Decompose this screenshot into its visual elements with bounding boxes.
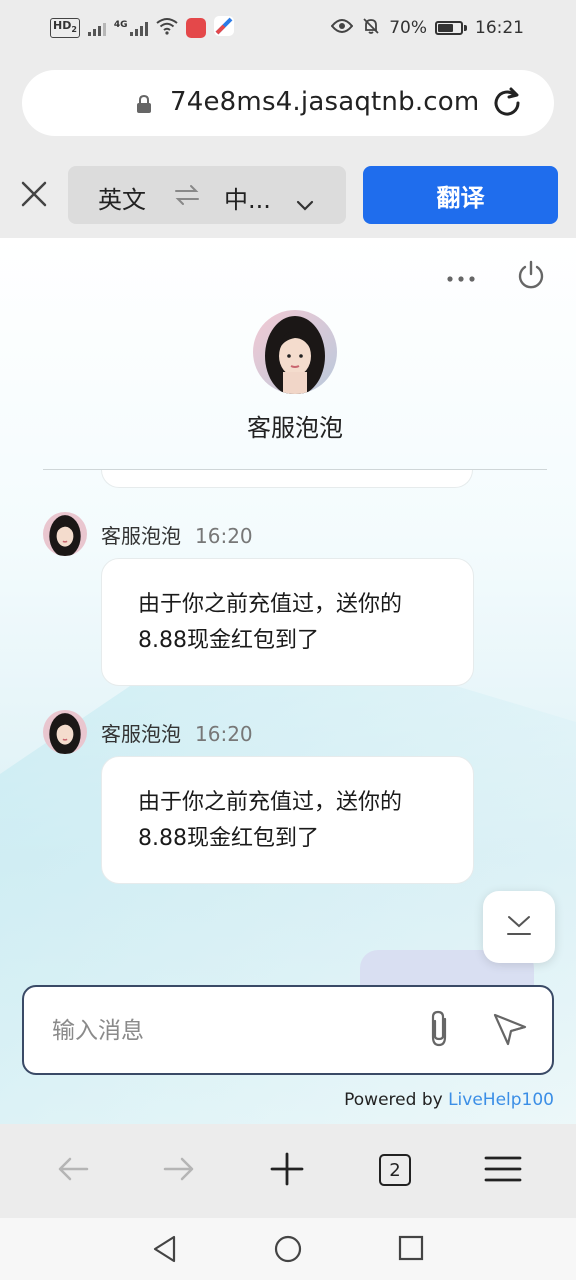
more-icon[interactable] <box>446 268 476 287</box>
nav-home-icon[interactable] <box>273 1234 303 1268</box>
message-bubble: 由于你之前充值过，送你的 8.88现金红包到了 <box>101 756 474 884</box>
lock-icon <box>136 94 152 117</box>
status-bar: HD2 4G 70% 16:21 <box>0 0 576 56</box>
close-icon[interactable] <box>20 180 48 212</box>
url-text[interactable]: 74e8ms4.jasaqtnb.com <box>170 87 479 117</box>
message-input[interactable] <box>52 1011 392 1051</box>
sender-avatar <box>43 710 87 754</box>
translate-bar: 英文 中... 翻译 <box>0 150 576 238</box>
powered-by: Powered by LiveHelp100 <box>344 1090 554 1110</box>
tabs-icon[interactable]: 2 <box>379 1154 411 1186</box>
attach-icon[interactable] <box>424 1009 454 1053</box>
chevron-down-icon[interactable] <box>296 190 314 218</box>
new-tab-plus-icon[interactable] <box>270 1152 304 1190</box>
powered-prefix: Powered by <box>344 1090 443 1110</box>
signal-4g-icon: 4G <box>114 20 148 36</box>
power-icon[interactable] <box>516 260 546 294</box>
sender-name: 客服泡泡 <box>101 524 181 548</box>
powered-brand-link[interactable]: LiveHelp100 <box>448 1090 554 1110</box>
wifi-icon <box>155 17 178 40</box>
hd-icon: HD2 <box>50 17 80 39</box>
target-language[interactable]: 中... <box>224 180 271 215</box>
signal-x-icon <box>87 20 106 36</box>
chat-page: 客服泡泡 客服泡泡 16:20 由于你之前充值过，送你的 8.88现金红包到了 客… <box>0 238 576 1124</box>
nav-recents-icon[interactable] <box>397 1234 425 1266</box>
swap-icon[interactable] <box>174 183 200 213</box>
reload-icon[interactable] <box>490 86 524 124</box>
chat-header-actions <box>446 260 546 294</box>
flight-app-icon <box>213 15 234 41</box>
agent-name: 客服泡泡 <box>247 414 343 442</box>
back-arrow-icon[interactable] <box>56 1152 90 1190</box>
message-text-line: 由于你之前充值过，送你的 <box>138 790 403 815</box>
menu-icon[interactable] <box>484 1152 522 1190</box>
status-left: HD2 4G <box>50 15 234 41</box>
source-language[interactable]: 英文 <box>98 180 146 215</box>
clock: 16:21 <box>475 18 524 38</box>
send-icon[interactable] <box>492 1011 528 1051</box>
app-badge-icon <box>185 18 206 38</box>
message-time: 16:20 <box>195 524 253 548</box>
message-meta: 客服泡泡 16:20 <box>101 718 253 747</box>
message-time: 16:20 <box>195 722 253 746</box>
battery-icon <box>435 21 467 35</box>
address-bar[interactable]: 74e8ms4.jasaqtnb.com <box>22 70 554 136</box>
message-bubble: 由于你之前充值过，送你的 8.88现金红包到了 <box>101 558 474 686</box>
message-text-line: 8.88现金红包到了 <box>138 826 319 851</box>
forward-arrow-icon[interactable] <box>162 1152 196 1190</box>
system-nav-bar <box>0 1218 576 1280</box>
message-meta: 客服泡泡 16:20 <box>101 520 253 549</box>
browser-toolbar: 2 <box>0 1124 576 1218</box>
battery-percent: 70% <box>389 18 427 38</box>
eye-icon <box>330 18 354 39</box>
scroll-down-icon <box>505 913 533 941</box>
message-text-line: 8.88现金红包到了 <box>138 628 319 653</box>
agent-avatar <box>253 310 337 394</box>
scroll-to-bottom-button[interactable] <box>483 891 555 963</box>
tab-count: 2 <box>379 1154 411 1186</box>
translate-button[interactable]: 翻译 <box>363 166 558 224</box>
previous-message-bubble <box>101 470 473 488</box>
sender-name: 客服泡泡 <box>101 722 181 746</box>
status-right: 70% 16:21 <box>330 16 524 41</box>
language-selector[interactable]: 英文 中... <box>68 166 346 224</box>
message-composer <box>22 985 554 1075</box>
mute-bell-icon <box>361 16 381 41</box>
sender-avatar <box>43 512 87 556</box>
message-text-line: 由于你之前充值过，送你的 <box>138 592 403 617</box>
nav-back-icon[interactable] <box>150 1234 180 1268</box>
